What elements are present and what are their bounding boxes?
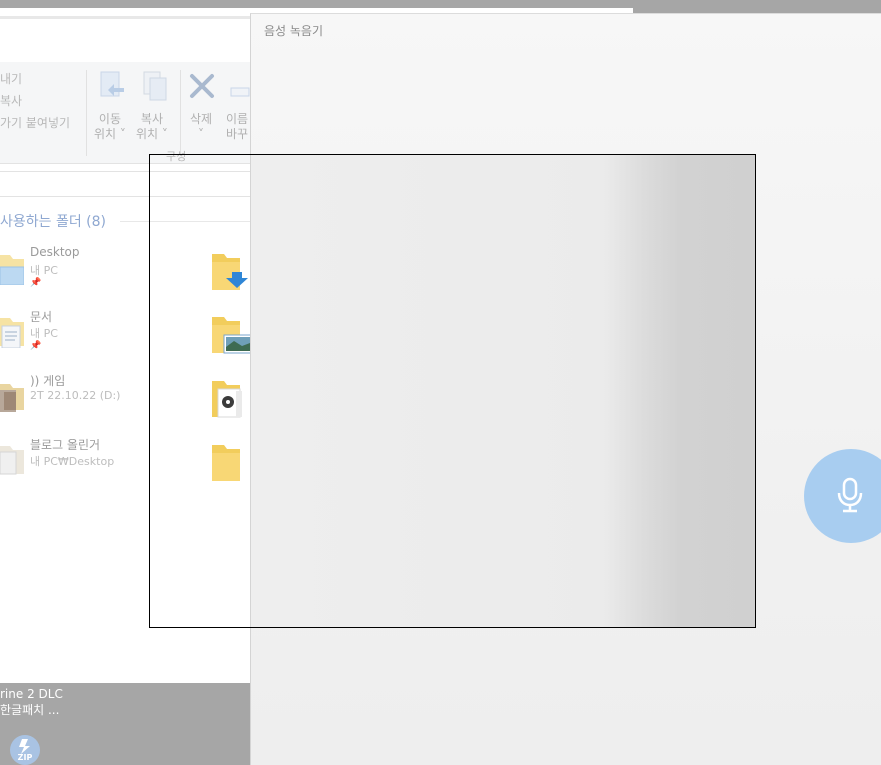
delete-label: 삭제: [190, 112, 213, 126]
selection-region: [251, 155, 755, 627]
pin-icon[interactable]: 📌: [30, 341, 41, 351]
quick-access-item-documents[interactable]: 문서 내 PC 📌: [0, 308, 160, 364]
taskbar-item-line1: rine 2 DLC: [0, 687, 63, 701]
move-to-label: 이동: [98, 112, 121, 126]
documents-folder-icon: [0, 314, 24, 349]
blog-folder-icon: [0, 442, 24, 476]
move-to-button[interactable]: 이동 위치 ˅: [94, 112, 126, 142]
desktop-top-strip: [0, 0, 881, 8]
quick-access-item-name: 문서: [30, 310, 53, 324]
taskbar-item[interactable]: rine 2 DLC 한글패치 ...: [0, 686, 63, 718]
microphone-icon: [837, 477, 863, 513]
copy-to-button[interactable]: 복사 위치 ˅: [136, 112, 168, 142]
quick-access-title[interactable]: 사용하는 폴더 (8): [0, 211, 106, 231]
window-title: 음성 녹음기: [264, 24, 324, 38]
quick-access-item-name: )) 게임: [30, 374, 66, 388]
quick-access-item-name: 블로그 올린거: [30, 438, 101, 452]
move-to-icon: [98, 70, 128, 106]
screen-capture-selection[interactable]: [149, 154, 756, 628]
quick-access-item-location: 내 PC₩Desktop: [30, 455, 115, 468]
quick-access-item-location: 내 PC: [30, 264, 58, 277]
delete-button[interactable]: 삭제 ˅: [190, 112, 212, 142]
taskbar-item-line2: 한글패치 ...: [0, 703, 60, 717]
copy-to-label: 복사: [140, 112, 163, 126]
rename-label-line2: 바꾸: [226, 127, 249, 141]
zip-icon[interactable]: ZIP: [10, 735, 40, 765]
delete-dropdown-label: ˅: [198, 127, 205, 141]
rename-button[interactable]: 이름 바꾸: [226, 112, 248, 142]
quick-access-item-blog[interactable]: 블로그 올린거 내 PC₩Desktop: [0, 436, 160, 492]
pin-icon[interactable]: 📌: [30, 278, 41, 288]
quick-access-item-games[interactable]: )) 게임 2T 22.10.22 (D:): [0, 372, 160, 428]
games-folder-icon: [0, 378, 24, 412]
rename-label: 이름: [226, 112, 249, 126]
quick-access-item-location: 2T 22.10.22 (D:): [30, 389, 121, 402]
ribbon-separator: [86, 70, 87, 156]
ribbon-clipboard-item-3[interactable]: 가기 붙여넣기: [0, 114, 70, 131]
quick-access-item-name: Desktop: [30, 245, 80, 259]
ribbon-clipboard-item-1[interactable]: 내기: [0, 70, 22, 87]
copy-to-dropdown-label: 위치 ˅: [136, 127, 168, 141]
ribbon-clipboard-item-2[interactable]: 복사: [0, 92, 22, 109]
move-to-dropdown-label: 위치 ˅: [94, 127, 126, 141]
zip-label: ZIP: [17, 753, 33, 762]
copy-to-icon: [140, 70, 170, 106]
rename-icon: [230, 84, 250, 103]
desktop-folder-icon: [0, 251, 25, 286]
delete-x-icon: [188, 72, 216, 104]
quick-access-item-location: 내 PC: [30, 327, 58, 340]
ribbon-separator: [180, 70, 181, 156]
quick-access-item-desktop[interactable]: Desktop 내 PC 📌: [0, 245, 160, 301]
